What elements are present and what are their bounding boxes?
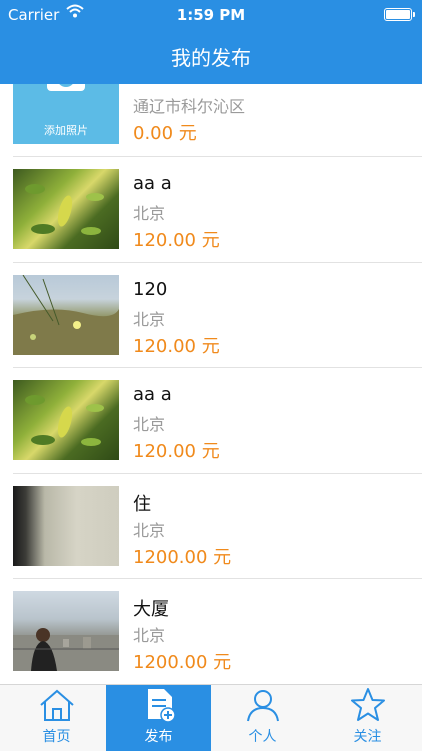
item-thumbnail [13, 275, 119, 355]
item-thumbnail [13, 486, 119, 566]
person-icon [247, 690, 279, 722]
item-price: 0.00 元 [133, 123, 197, 144]
status-time: 1:59 PM [176, 6, 246, 24]
tab-publish-label: 发布 [144, 729, 173, 745]
navigation-header: Carrier 1:59 PM 我的发布 [0, 0, 422, 84]
item-location: 北京 [133, 626, 166, 645]
add-photo-caption: 添加照片 [44, 124, 88, 137]
tab-bar: 首页 发布 个人 关注 [0, 684, 422, 751]
list-item[interactable]: aa a 北京 120.00 元 [0, 157, 422, 262]
list-item[interactable]: 住 北京 1200.00 元 [0, 474, 422, 579]
item-thumbnail [13, 169, 119, 249]
status-bar: Carrier 1:59 PM [0, 0, 422, 30]
item-price: 1200.00 元 [133, 652, 232, 673]
tab-profile-label: 个人 [248, 729, 277, 745]
published-list[interactable]: 添加照片 天漠 通辽市科尔沁区 0.00 元 aa a 北京 120.00 元 [0, 84, 422, 684]
battery-icon [384, 8, 415, 21]
leaves-image [25, 184, 104, 235]
item-name: 住 [133, 494, 151, 515]
page-title: 我的发布 [171, 46, 251, 70]
item-price: 120.00 元 [133, 336, 220, 357]
item-name: aa a [133, 384, 172, 405]
item-name: aa a [133, 173, 172, 194]
leaves-image [25, 395, 104, 446]
home-icon [40, 689, 74, 721]
star-icon [351, 688, 385, 721]
tab-follow[interactable]: 关注 [315, 685, 420, 751]
tab-home-label: 首页 [42, 729, 71, 745]
item-name: 120 [133, 279, 168, 300]
item-location: 北京 [133, 310, 166, 329]
item-location: 北京 [133, 415, 166, 434]
item-price: 1200.00 元 [133, 547, 232, 568]
city-view-image [13, 628, 119, 671]
tab-publish[interactable]: 发布 [106, 685, 211, 751]
list-item[interactable]: 120 北京 120.00 元 [0, 263, 422, 368]
item-location: 通辽市科尔沁区 [133, 97, 246, 116]
item-thumbnail [13, 591, 119, 671]
list-item[interactable]: 大厦 北京 1200.00 元 [0, 579, 422, 684]
tab-home[interactable]: 首页 [4, 685, 109, 751]
list-item[interactable]: aa a 北京 120.00 元 [0, 368, 422, 473]
item-price: 120.00 元 [133, 230, 220, 251]
item-name: 大厦 [133, 599, 169, 620]
item-location: 北京 [133, 521, 166, 540]
item-location: 北京 [133, 204, 166, 223]
tab-profile[interactable]: 个人 [210, 685, 315, 751]
item-thumbnail [13, 380, 119, 460]
add-photo-thumbnail[interactable]: 添加照片 [13, 84, 119, 144]
item-price: 120.00 元 [133, 441, 220, 462]
publish-icon [148, 689, 176, 723]
list-item[interactable]: 添加照片 天漠 通辽市科尔沁区 0.00 元 [0, 84, 422, 155]
dune-image [13, 275, 119, 355]
tab-follow-label: 关注 [353, 729, 382, 745]
